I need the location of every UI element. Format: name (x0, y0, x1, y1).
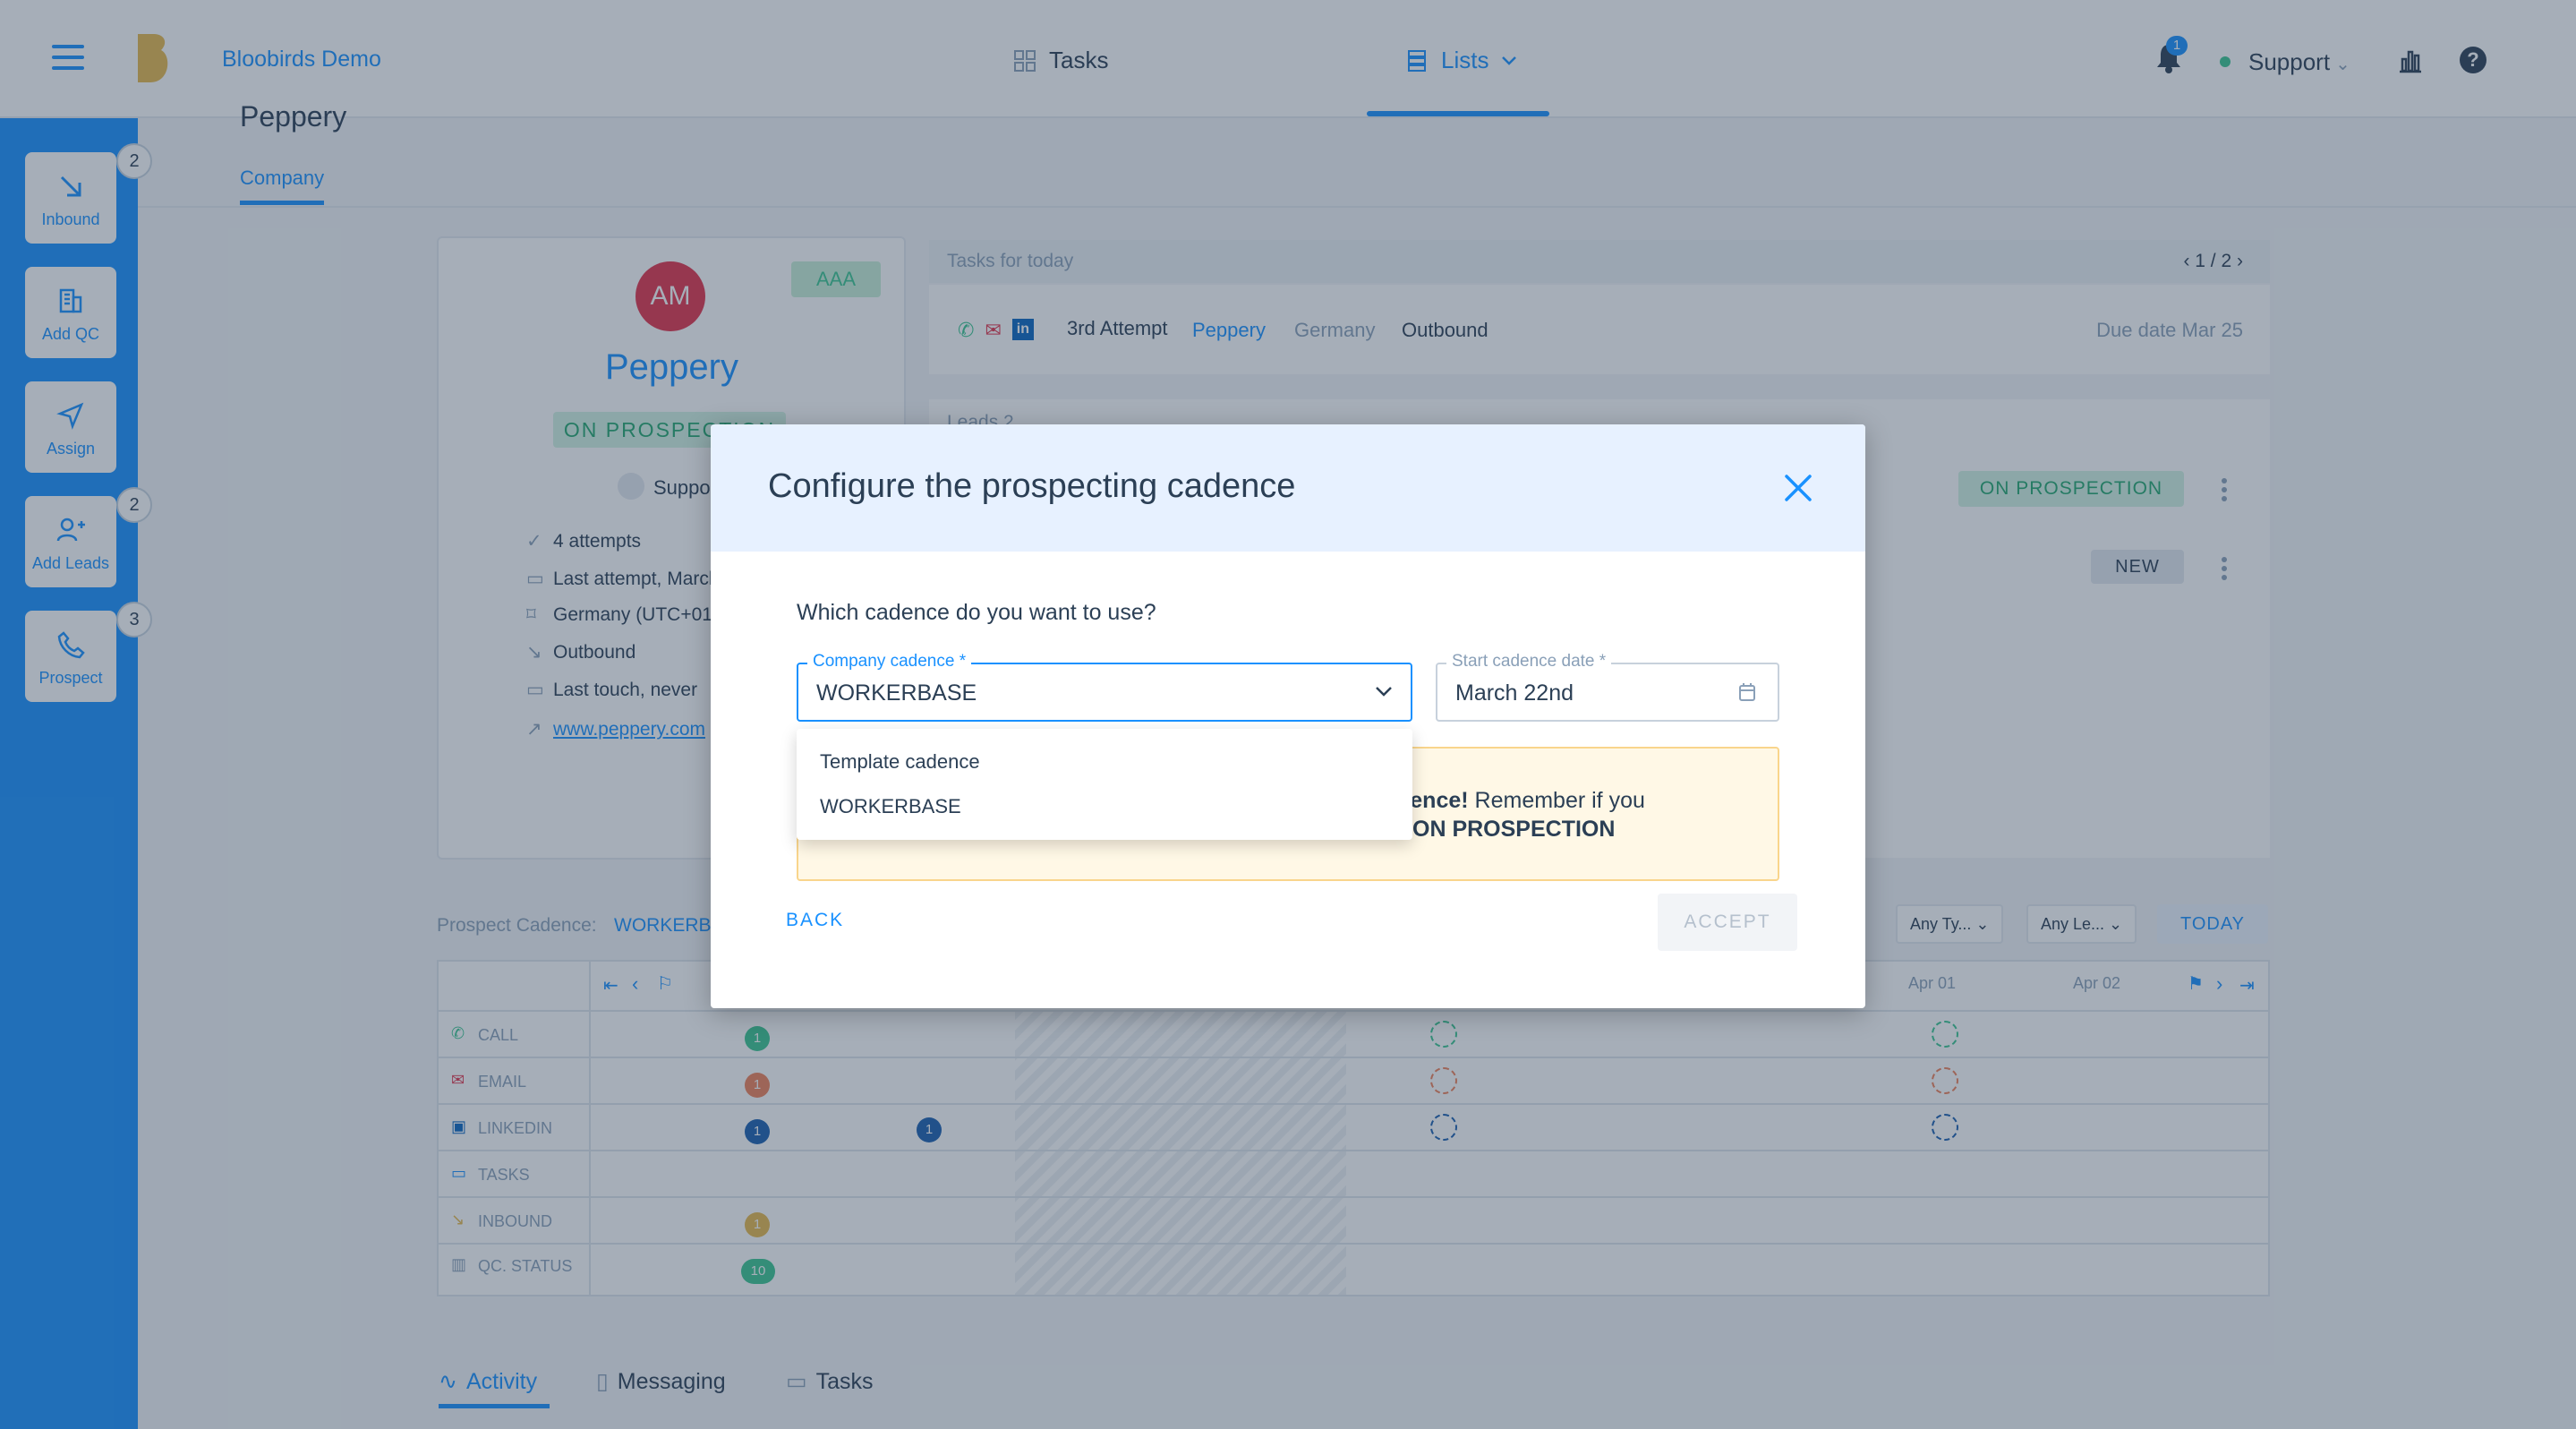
dropdown-option[interactable]: WORKERBASE (820, 795, 961, 818)
field-label: Start cadence date * (1446, 652, 1612, 672)
company-cadence-select[interactable]: Company cadence * WORKERBASE (797, 652, 1412, 722)
start-cadence-date-field[interactable]: Start cadence date * March 22nd (1436, 652, 1779, 722)
field-value: WORKERBASE (816, 680, 977, 706)
cadence-dropdown-menu: Template cadence WORKERBASE (797, 729, 1412, 840)
accept-button[interactable]: ACCEPT (1658, 894, 1797, 951)
back-button[interactable]: BACK (786, 910, 844, 931)
calendar-icon[interactable] (1738, 682, 1756, 702)
cadence-question: Which cadence do you want to use? (797, 600, 1156, 625)
dropdown-option[interactable]: Template cadence (820, 750, 980, 774)
field-value: March 22nd (1455, 680, 1574, 706)
modal-title: Configure the prospecting cadence (768, 467, 1296, 505)
close-icon[interactable] (1783, 473, 1813, 503)
chevron-down-icon (1376, 687, 1392, 697)
warning-text: dence! Remember if you (1396, 788, 1645, 813)
field-label: Company cadence * (807, 652, 972, 672)
warning-status: ON PROSPECTION (1412, 817, 1616, 842)
modal-header: Configure the prospecting cadence (711, 424, 1865, 552)
configure-cadence-modal: Configure the prospecting cadence Which … (711, 424, 1865, 1008)
